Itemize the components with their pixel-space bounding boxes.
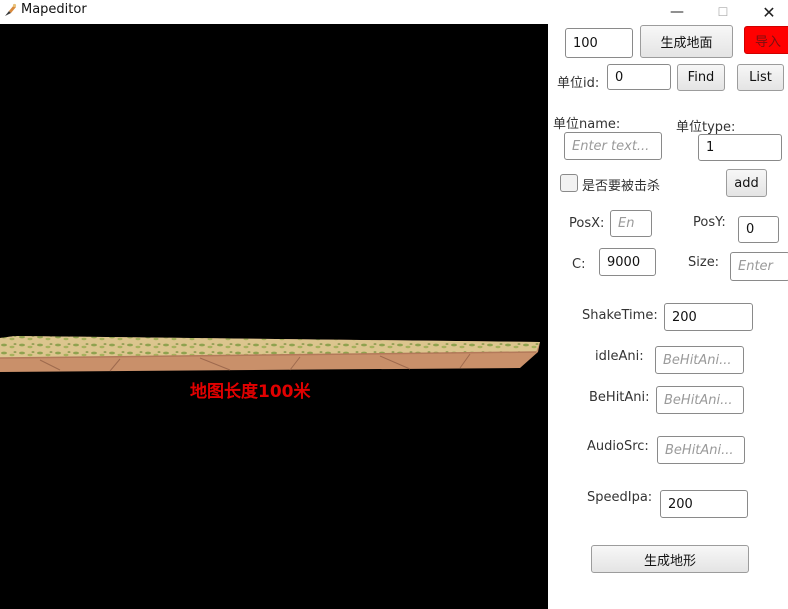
pos-x-label: PosX: (569, 216, 605, 231)
find-button[interactable]: Find (677, 64, 725, 91)
speed-ipa-label: SpeedIpa: (587, 490, 653, 505)
shake-time-label: ShakeTime: (582, 308, 658, 323)
size-label: Size: (688, 255, 720, 270)
window-title: Mapeditor (21, 2, 87, 17)
map-length-input[interactable]: 100 (565, 28, 633, 58)
minimize-button[interactable]: — (654, 0, 700, 24)
c-label: C: (572, 257, 586, 272)
import-button[interactable]: 导入 (744, 26, 788, 54)
maximize-icon: ☐ (717, 5, 729, 19)
unit-name-label: 单位name: (553, 117, 621, 132)
audio-src-input[interactable]: BeHitAni... (657, 436, 745, 464)
ground-strip (0, 336, 540, 372)
control-panel: 100 生成地面 导入 单位id: 0 Find List 单位name: 单位… (548, 24, 788, 609)
unit-type-label: 单位type: (676, 120, 736, 135)
list-button[interactable]: List (737, 64, 784, 91)
maximize-button[interactable]: ☐ (700, 0, 746, 24)
c-input[interactable]: 9000 (599, 248, 656, 276)
pos-x-input[interactable]: En (610, 210, 652, 237)
minimize-icon: — (670, 4, 684, 20)
pos-y-input[interactable]: 0 (738, 216, 779, 243)
killable-checkbox[interactable] (560, 174, 578, 192)
add-button[interactable]: add (726, 169, 767, 197)
app-icon (5, 3, 17, 16)
speed-ipa-input[interactable]: 200 (660, 490, 748, 518)
shake-time-input[interactable]: 200 (664, 303, 753, 331)
pos-y-label: PosY: (693, 215, 726, 230)
generate-ground-button[interactable]: 生成地面 (640, 25, 733, 58)
generate-terrain-button[interactable]: 生成地形 (591, 545, 749, 573)
unit-type-input[interactable]: 1 (698, 134, 782, 161)
behit-ani-input[interactable]: BeHitAni... (656, 386, 744, 414)
killable-label: 是否要被击杀 (582, 179, 661, 194)
unit-name-input[interactable]: Enter text... (564, 132, 662, 160)
size-input[interactable]: Enter (730, 252, 788, 281)
idle-ani-label: idleAni: (595, 349, 644, 364)
unit-id-label: 单位id: (557, 76, 600, 91)
title-bar: Mapeditor — ☐ ✕ (0, 0, 788, 24)
close-icon: ✕ (762, 2, 776, 22)
behit-ani-label: BeHitAni: (589, 390, 650, 405)
close-button[interactable]: ✕ (746, 0, 788, 24)
unit-id-input[interactable]: 0 (607, 64, 671, 90)
map-length-caption: 地图长度100米 (190, 382, 311, 402)
audio-src-label: AudioSrc: (587, 439, 649, 454)
idle-ani-input[interactable]: BeHitAni... (655, 346, 744, 374)
map-canvas[interactable]: 地图长度100米 (0, 24, 548, 609)
